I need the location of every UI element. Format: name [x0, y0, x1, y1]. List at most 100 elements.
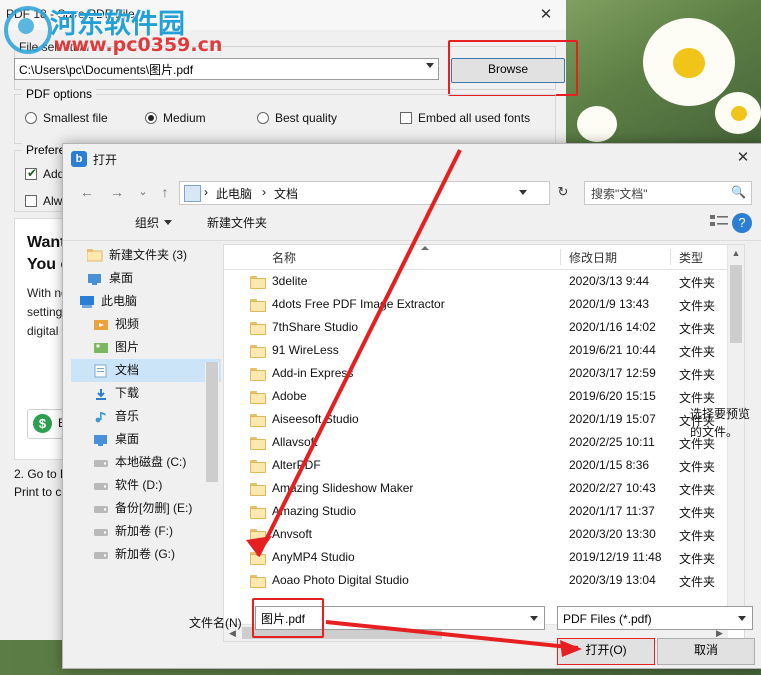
label-medium: Medium — [163, 111, 206, 125]
file-date: 2019/12/19 11:48 — [569, 550, 662, 564]
address-segment-1[interactable]: 此电脑 — [216, 185, 252, 202]
folder-icon — [250, 414, 266, 427]
recent-locations-icon[interactable]: ⌄ — [131, 180, 155, 204]
file-row[interactable]: 91 WireLess 2019/6/21 10:44 文件夹 — [224, 340, 744, 363]
cancel-button[interactable]: 取消 — [657, 638, 755, 665]
file-row[interactable]: Aoao Photo Digital Studio 2020/3/19 13:04… — [224, 570, 744, 593]
folder-icon — [250, 391, 266, 404]
file-row[interactable]: Amazing Studio 2020/1/17 11:37 文件夹 — [224, 501, 744, 524]
pdf-options-legend: PDF options — [22, 87, 97, 101]
column-divider[interactable] — [670, 249, 671, 265]
forward-icon[interactable]: → — [105, 180, 129, 204]
tree-item-label: 音乐 — [115, 409, 140, 423]
column-divider[interactable] — [560, 249, 561, 265]
checkbox-add-document[interactable]: ✔ — [25, 166, 37, 180]
open-file-dialog: b 打开 ✕ ← → ⌄ ↑ › 此电脑 › 文档 ↻ 搜索"文档" 🔍 组织 … — [62, 143, 761, 669]
chevron-down-icon — [164, 220, 173, 225]
file-row[interactable]: AlterPDF 2020/1/15 8:36 文件夹 — [224, 455, 744, 478]
window-titlebar: PDF 18 - Save PDF File ✕ — [0, 0, 566, 30]
tree-item[interactable]: 桌面 — [71, 428, 221, 451]
tree-item[interactable]: 新建文件夹 (3) — [71, 244, 221, 267]
folder-icon — [250, 368, 266, 381]
radio-best-quality[interactable] — [257, 112, 269, 124]
column-header-name[interactable]: 名称 — [272, 249, 296, 266]
file-date: 2020/3/20 13:30 — [569, 527, 656, 541]
scroll-up-icon[interactable]: ▲ — [728, 245, 744, 262]
filename-input[interactable]: 图片.pdf — [255, 606, 545, 630]
file-row[interactable]: Amazing Slideshow Maker 2020/2/27 10:43 文件… — [224, 478, 744, 501]
radio-smallest-file[interactable] — [25, 112, 37, 124]
computer-icon — [79, 294, 95, 309]
file-row[interactable]: Anvsoft 2020/3/20 13:30 文件夹 — [224, 524, 744, 547]
address-bar[interactable]: › 此电脑 › 文档 — [179, 181, 550, 205]
tree-item[interactable]: 本地磁盘 (C:) — [71, 451, 221, 474]
file-name: Aoao Photo Digital Studio — [272, 573, 409, 587]
search-input[interactable]: 搜索"文档" 🔍 — [584, 181, 752, 205]
file-row[interactable]: 3delite 2020/3/13 9:44 文件夹 — [224, 271, 744, 294]
tree-item[interactable]: 桌面 — [71, 267, 221, 290]
tree-item[interactable]: 音乐 — [71, 405, 221, 428]
column-header-type[interactable]: 类型 — [679, 249, 703, 266]
dialog-nav-row: ← → ⌄ ↑ › 此电脑 › 文档 ↻ 搜索"文档" 🔍 — [63, 176, 761, 208]
organize-button[interactable]: 组织 — [135, 214, 173, 231]
file-date: 2020/2/27 10:43 — [569, 481, 656, 495]
file-list-vscrollbar-thumb[interactable] — [730, 265, 742, 343]
tree-item[interactable]: 视频 — [71, 313, 221, 336]
file-row[interactable]: AnyMP4 Studio 2019/12/19 11:48 文件夹 — [224, 547, 744, 570]
tree-item[interactable]: 备份[勿删] (E:) — [71, 497, 221, 520]
tree-item[interactable]: 此电脑 — [71, 290, 221, 313]
file-row[interactable]: Aiseesoft Studio 2020/1/19 15:07 文件夹 — [224, 409, 744, 432]
drive-icon — [93, 501, 109, 516]
tree-item-label: 文档 — [115, 363, 140, 377]
chevron-down-icon[interactable] — [426, 63, 434, 68]
list-view-icon[interactable] — [709, 213, 741, 233]
file-row[interactable]: Adobe 2019/6/20 15:15 文件夹 — [224, 386, 744, 409]
label-best-quality: Best quality — [275, 111, 338, 125]
help-icon[interactable]: ? — [732, 213, 752, 233]
preview-hint-line-1: 选择要预览 — [690, 407, 751, 421]
file-row[interactable]: Allavsoft 2020/2/25 10:11 文件夹 — [224, 432, 744, 455]
file-row[interactable]: Add-in Express 2020/3/17 12:59 文件夹 — [224, 363, 744, 386]
refresh-icon[interactable]: ↻ — [553, 182, 573, 202]
search-icon[interactable]: 🔍 — [731, 185, 746, 199]
file-type: 文件夹 — [679, 460, 716, 474]
open-button[interactable]: 打开(O) — [557, 638, 655, 665]
file-type: 文件夹 — [679, 506, 716, 520]
file-type-filter[interactable]: PDF Files (*.pdf) — [557, 606, 753, 630]
tree-item[interactable]: 图片 — [71, 336, 221, 359]
dialog-close-icon[interactable]: ✕ — [730, 147, 756, 169]
file-type: 文件夹 — [679, 575, 716, 589]
daisy-petals-3 — [577, 106, 617, 142]
address-segment-2[interactable]: 文档 — [274, 185, 298, 202]
file-date: 2020/1/16 14:02 — [569, 320, 656, 334]
file-row[interactable]: 4dots Free PDF Image Extractor 2020/1/9 1… — [224, 294, 744, 317]
radio-medium[interactable] — [145, 112, 157, 124]
checkbox-always[interactable] — [25, 195, 37, 207]
tree-scrollbar-thumb[interactable] — [206, 362, 218, 482]
chevron-down-icon[interactable] — [519, 190, 527, 195]
back-icon[interactable]: ← — [75, 180, 99, 204]
browse-button[interactable]: Browse — [451, 58, 565, 83]
label-smallest-file: Smallest file — [43, 111, 108, 125]
tree-item[interactable]: 下载 — [71, 382, 221, 405]
tree-item[interactable]: 新加卷 (G:) — [71, 543, 221, 566]
tree-item[interactable]: 新加卷 (F:) — [71, 520, 221, 543]
navigation-tree[interactable]: 新建文件夹 (3) 桌面 此电脑 视频 图片 文档 下载 音乐 桌面 本地磁盘 … — [71, 244, 221, 640]
checkbox-embed-fonts[interactable] — [400, 112, 412, 124]
new-folder-button[interactable]: 新建文件夹 — [207, 214, 267, 231]
file-row[interactable]: 7thShare Studio 2020/1/16 14:02 文件夹 — [224, 317, 744, 340]
tree-scrollbar[interactable] — [205, 362, 219, 640]
folder-icon — [250, 575, 266, 588]
chevron-down-icon[interactable] — [530, 616, 538, 621]
file-date: 2020/1/17 11:37 — [569, 504, 655, 518]
tree-item-documents[interactable]: 文档 — [71, 359, 221, 382]
up-icon[interactable]: ↑ — [153, 180, 177, 204]
tree-item[interactable]: 软件 (D:) — [71, 474, 221, 497]
column-header-date[interactable]: 修改日期 — [569, 249, 617, 266]
chevron-down-icon[interactable] — [738, 616, 746, 621]
file-list[interactable]: 名称 修改日期 类型 3delite 2020/3/13 9:44 文件夹 4dots… — [223, 244, 745, 642]
file-name: 4dots Free PDF Image Extractor — [272, 297, 445, 311]
file-name: 7thShare Studio — [272, 320, 359, 334]
close-icon[interactable]: ✕ — [534, 4, 558, 26]
file-path-input[interactable]: C:\Users\pc\Documents\图片.pdf — [14, 58, 439, 80]
